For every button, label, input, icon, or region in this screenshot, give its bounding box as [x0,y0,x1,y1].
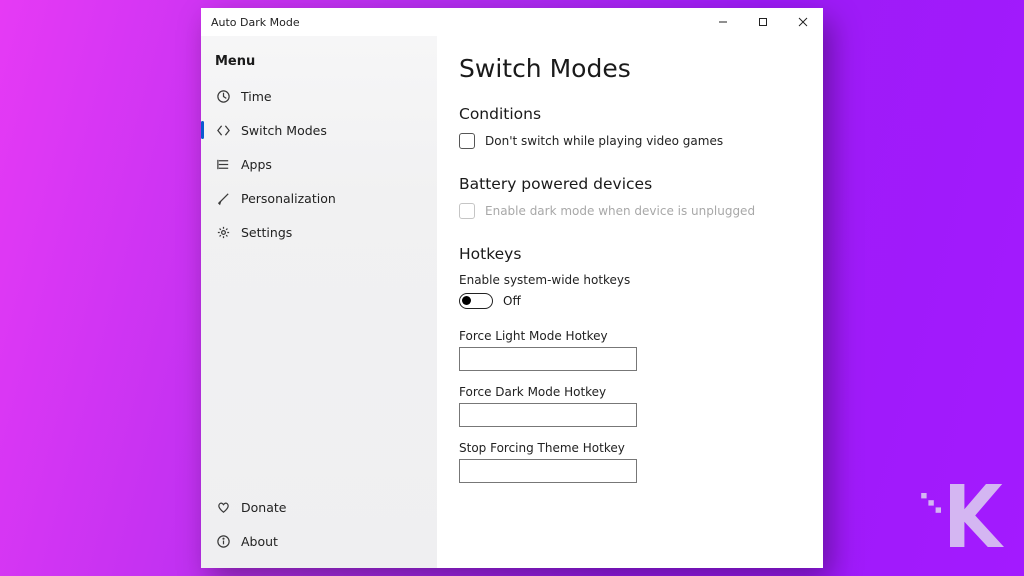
conditions-section: Conditions Don't switch while playing vi… [459,105,797,149]
conditions-heading: Conditions [459,105,797,123]
app-window: Auto Dark Mode Menu Time [201,8,823,568]
maximize-button[interactable] [743,8,783,36]
battery-heading: Battery powered devices [459,175,797,193]
titlebar: Auto Dark Mode [201,8,823,36]
gear-icon [215,224,231,240]
minimize-button[interactable] [703,8,743,36]
sidebar-item-apps[interactable]: Apps [201,147,437,181]
system-hotkeys-toggle-row: Off [459,293,797,309]
sidebar-menu-label: Menu [201,48,437,79]
close-button[interactable] [783,8,823,36]
force-dark-label: Force Dark Mode Hotkey [459,385,797,399]
minimize-icon [718,17,728,27]
list-icon [215,156,231,172]
sidebar-item-label: Switch Modes [241,123,327,138]
sidebar-item-label: Settings [241,225,292,240]
dark-unplugged-row: Enable dark mode when device is unplugge… [459,203,797,219]
clock-icon [215,88,231,104]
no-switch-games-row[interactable]: Don't switch while playing video games [459,133,797,149]
sidebar-item-label: Apps [241,157,272,172]
sidebar-item-settings[interactable]: Settings [201,215,437,249]
sidebar-item-switch-modes[interactable]: Switch Modes [201,113,437,147]
sidebar-item-about[interactable]: About [201,524,437,558]
hotkeys-section: Hotkeys Enable system-wide hotkeys Off F… [459,245,797,497]
battery-section: Battery powered devices Enable dark mode… [459,175,797,219]
system-hotkeys-state: Off [503,294,521,308]
heart-icon [215,499,231,515]
dark-unplugged-checkbox [459,203,475,219]
content-pane: Switch Modes Conditions Don't switch whi… [437,36,823,568]
sidebar-footer: Donate About [201,490,437,562]
sidebar-item-label: Time [241,89,272,104]
sidebar-item-label: Donate [241,500,286,515]
sidebar-nav: Time Switch Modes Apps [201,79,437,490]
force-light-label: Force Light Mode Hotkey [459,329,797,343]
switch-icon [215,122,231,138]
window-title: Auto Dark Mode [211,16,300,29]
close-icon [798,17,808,27]
page-title: Switch Modes [459,54,797,83]
maximize-icon [758,17,768,27]
sidebar-item-label: About [241,534,278,549]
brand-logo [914,466,1004,556]
window-body: Menu Time Switch Modes [201,36,823,568]
sidebar-item-donate[interactable]: Donate [201,490,437,524]
sidebar-item-label: Personalization [241,191,336,206]
stop-forcing-label: Stop Forcing Theme Hotkey [459,441,797,455]
window-controls [703,8,823,36]
sidebar-item-personalization[interactable]: Personalization [201,181,437,215]
system-hotkeys-toggle[interactable] [459,293,493,309]
sidebar: Menu Time Switch Modes [201,36,437,568]
no-switch-games-checkbox[interactable] [459,133,475,149]
system-hotkeys-label: Enable system-wide hotkeys [459,273,797,287]
stop-forcing-input[interactable] [459,459,637,483]
no-switch-games-label: Don't switch while playing video games [485,134,723,148]
dark-unplugged-label: Enable dark mode when device is unplugge… [485,204,755,218]
force-dark-input[interactable] [459,403,637,427]
info-icon [215,533,231,549]
force-light-input[interactable] [459,347,637,371]
brush-icon [215,190,231,206]
hotkeys-heading: Hotkeys [459,245,797,263]
sidebar-item-time[interactable]: Time [201,79,437,113]
